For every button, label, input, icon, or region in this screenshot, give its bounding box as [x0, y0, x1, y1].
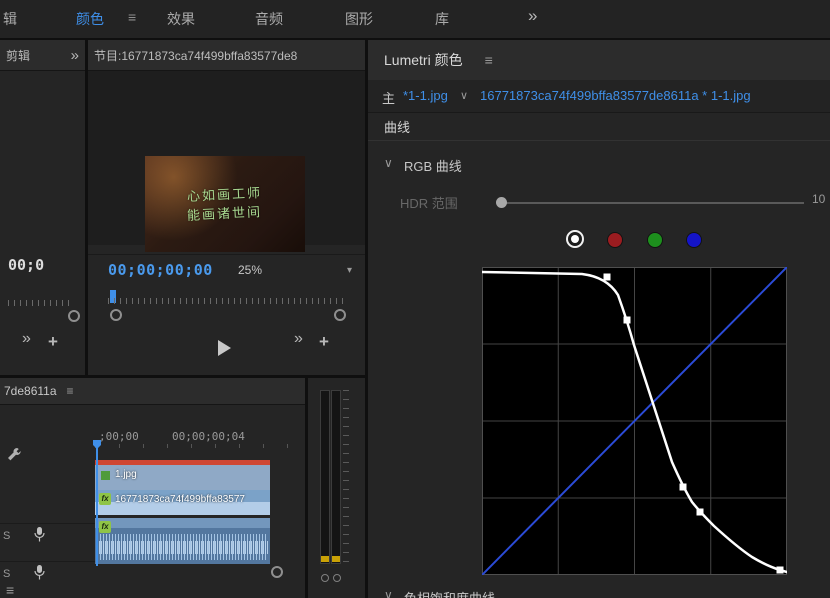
program-viewer: 心如画工师 能画诸世间	[88, 71, 365, 245]
hdr-range-label: HDR 范围	[400, 193, 458, 212]
timeline-title[interactable]: 7de8611a	[4, 384, 57, 398]
audio-meter-right	[331, 390, 341, 564]
panel-menu-icon[interactable]: ≡	[6, 582, 14, 598]
channel-white-button[interactable]	[566, 230, 584, 248]
program-seek-ruler[interactable]	[108, 298, 343, 304]
chevron-down-icon: ▾	[347, 265, 352, 276]
curve-channel-selector	[368, 226, 830, 258]
program-zoom-handle-left[interactable]	[110, 309, 122, 321]
microphone-icon[interactable]	[33, 526, 46, 546]
program-zoom-handle-right[interactable]	[334, 309, 346, 321]
wrench-icon[interactable]	[6, 446, 22, 465]
lumetri-title: Lumetri 颜色	[384, 50, 463, 70]
rgb-curves-header[interactable]: ∨ RGB 曲线	[368, 152, 830, 178]
audio-level-fill	[321, 556, 329, 562]
workspace-tab-color[interactable]: 颜色	[76, 9, 104, 29]
selected-clip-name[interactable]: 16771873ca74f499bffa83577de8611a * 1-1.j…	[480, 88, 751, 103]
hue-saturation-curves-header[interactable]: ∨ 色相饱和度曲线	[368, 584, 830, 598]
master-clip-name[interactable]: *1-1.jpg	[403, 88, 448, 103]
workspace-overflow-icon[interactable]: »	[528, 6, 537, 26]
audio-meter-panel	[308, 378, 365, 598]
chevron-expanded-icon[interactable]: ∨	[384, 156, 393, 170]
add-button[interactable]: +	[48, 332, 58, 352]
audio-waveform	[97, 541, 268, 554]
meter-scale-ticks	[343, 390, 349, 562]
add-button[interactable]: +	[319, 332, 329, 352]
clip-label: 1.jpg	[115, 469, 137, 480]
fx-badge[interactable]: fx	[99, 493, 111, 505]
timeline-clip-a1[interactable]: fx	[95, 518, 270, 564]
clip-thumbnail-chip	[101, 471, 110, 480]
track-divider	[0, 523, 95, 524]
program-timecode-row: 00;00;00;00 25% ▾	[88, 254, 365, 285]
workspace-menu-icon[interactable]: ≡	[128, 9, 136, 25]
workspace-bar: 辑 颜色 ≡ 效果 音频 图形 库 »	[0, 0, 830, 38]
timeline-playhead-line[interactable]	[96, 448, 98, 566]
workspace-tab-effects[interactable]: 效果	[167, 9, 195, 29]
zoom-level-value: 25%	[238, 263, 262, 277]
clip-label: 16771873ca74f499bffa83577	[115, 494, 245, 505]
curves-section-label: 曲线	[384, 117, 410, 136]
hdr-range-slider-knob[interactable]	[496, 197, 507, 208]
workspace-tab-graphics[interactable]: 图形	[345, 9, 373, 29]
lumetri-color-panel: Lumetri 颜色 ≡ 主 *1-1.jpg ∨ 16771873ca74f4…	[368, 40, 830, 598]
workspace-tab-audio[interactable]: 音频	[255, 9, 283, 29]
hdr-range-value[interactable]: 10	[812, 192, 825, 206]
audio-meter-left	[320, 390, 330, 564]
workspace-tab-libraries[interactable]: 库	[435, 9, 449, 29]
microphone-icon[interactable]	[33, 564, 46, 584]
lumetri-clip-row: 主 *1-1.jpg ∨ 16771873ca74f499bffa83577de…	[368, 80, 830, 113]
meter-ring-right	[333, 574, 341, 582]
video-overlay-text-line2: 能画诸世间	[187, 202, 263, 225]
panel-menu-icon[interactable]: ≡	[485, 52, 493, 68]
timeline-scroll-handle[interactable]	[271, 566, 283, 578]
program-monitor-panel: 节目:16771873ca74f499bffa83577de8 心如画工师 能画…	[88, 40, 365, 375]
zoom-level-dropdown[interactable]: 25% ▾	[238, 263, 352, 277]
fx-badge[interactable]: fx	[99, 521, 111, 533]
chevron-down-icon[interactable]: ∨	[460, 89, 468, 102]
program-monitor-frame: 心如画工师 能画诸世间	[145, 156, 305, 252]
source-seek-ruler[interactable]	[8, 300, 71, 306]
overflow-icon[interactable]: »	[71, 47, 79, 64]
rgb-curve-editor[interactable]	[482, 267, 787, 575]
audio-level-fill	[332, 556, 340, 562]
timeline-ruler-mid: 00;00;00;04	[172, 430, 245, 443]
timeline-clip-v1[interactable]: fx 16771873ca74f499bffa83577	[95, 490, 270, 515]
panel-menu-icon[interactable]: ≡	[67, 384, 74, 398]
solo-button[interactable]: S	[3, 530, 10, 542]
workspace-tab-edit[interactable]: 辑	[3, 9, 17, 29]
hue-saturation-curves-label: 色相饱和度曲线	[404, 588, 495, 598]
channel-red-button[interactable]	[608, 233, 622, 247]
program-panel-title: 节目:16771873ca74f499bffa83577de8	[94, 47, 297, 64]
rgb-curves-label: RGB 曲线	[404, 156, 462, 175]
program-timecode[interactable]: 00;00;00;00	[108, 261, 213, 279]
timeline-panel: 7de8611a ≡ ;00;00 00;00;00;04 1.jpg fx 1…	[0, 378, 305, 598]
hdr-range-slider-track[interactable]	[498, 202, 804, 204]
meter-ring-left	[321, 574, 329, 582]
hdr-range-row: HDR 范围 10	[368, 188, 830, 214]
overflow-icon[interactable]: »	[22, 330, 31, 348]
chevron-expanded-icon[interactable]: ∨	[384, 588, 393, 598]
timeline-clip-v2[interactable]: 1.jpg	[95, 460, 270, 491]
track-divider	[0, 561, 95, 562]
channel-green-button[interactable]	[648, 233, 662, 247]
timeline-header: 7de8611a ≡	[0, 378, 305, 405]
timeline-ruler-start: ;00;00	[99, 430, 139, 443]
solo-button[interactable]: S	[3, 568, 10, 580]
source-timecode[interactable]: 00;0	[8, 256, 44, 274]
source-panel-title: 剪辑	[6, 47, 30, 64]
source-zoom-handle[interactable]	[68, 310, 80, 322]
source-panel-header: 剪辑 »	[0, 40, 85, 71]
source-monitor-panel: 剪辑 » 00;0 » +	[0, 40, 85, 375]
overflow-icon[interactable]: »	[294, 330, 303, 348]
program-panel-header: 节目:16771873ca74f499bffa83577de8	[88, 40, 365, 71]
timeline-ruler-ticks[interactable]	[95, 444, 293, 448]
curves-section-header[interactable]: 曲线	[368, 112, 830, 141]
master-label: 主	[382, 88, 395, 107]
premiere-app: 辑 颜色 ≡ 效果 音频 图形 库 » 剪辑 » 00;0 » + 节目:167…	[0, 0, 830, 598]
lumetri-header: Lumetri 颜色 ≡	[368, 40, 830, 81]
channel-blue-button[interactable]	[687, 233, 701, 247]
channel-selected-dot	[571, 235, 579, 243]
play-button[interactable]	[218, 340, 231, 356]
